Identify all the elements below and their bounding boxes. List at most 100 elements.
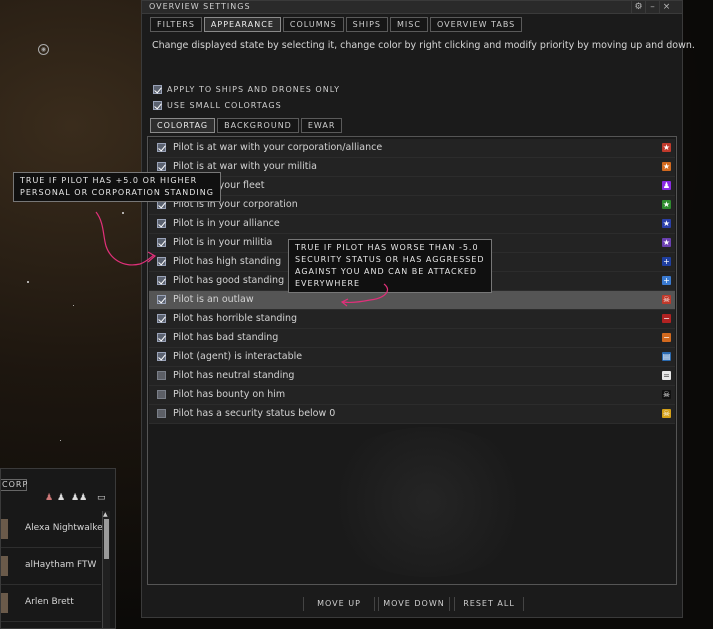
row-label: Pilot is at war with your corporation/al… [173,142,383,153]
tooltip-line: AGAINST YOU AND CAN BE ATTACKED [295,267,478,276]
tooltip-outlaw: TRUE IF PILOT HAS WORSE THAN -5.0 SECURI… [288,239,492,293]
window-title: OVERVIEW SETTINGS [149,2,251,11]
tab-misc[interactable]: MISC [390,17,428,32]
star-icon[interactable]: ★ [662,200,671,209]
scroll-up-icon[interactable]: ▲ [103,511,108,518]
tab-ewar[interactable]: EWAR [300,118,343,133]
star-icon[interactable]: ★ [662,162,671,171]
member-name: Alexa Nightwalke [25,523,103,533]
colortag-row[interactable]: Pilot (agent) is interactable ▤ [149,348,675,367]
chat-bubble-icon[interactable]: ▭ [97,493,106,503]
minus-icon[interactable]: − [662,314,671,323]
row-checkbox[interactable] [157,409,166,418]
option-apply-ships-drones[interactable]: APPLY TO SHIPS AND DRONES ONLY [153,85,340,96]
minus-icon[interactable]: − [662,333,671,342]
star-icon[interactable]: ★ [662,143,671,152]
person-icon[interactable]: ♟ [662,181,671,190]
star [73,305,74,306]
colortag-list: Pilot is at war with your corporation/al… [147,136,677,585]
colortag-row[interactable]: Pilot is in your corporation ★ [149,196,675,215]
target-icon[interactable]: ◉ [38,44,49,55]
move-up-button[interactable]: MOVE UP [303,597,375,611]
row-label: Pilot has good standing [173,275,285,286]
skull-icon[interactable]: ☠ [662,295,671,304]
tab-colortag[interactable]: COLORTAG [150,118,216,133]
row-label: Pilot has a security status below 0 [173,408,336,419]
tooltip-line: PERSONAL OR CORPORATION STANDING [20,188,214,197]
tab-overview-tabs[interactable]: OVERVIEW TABS [429,17,523,32]
close-icon[interactable]: × [659,1,673,13]
chat-scrollbar[interactable]: ▲ [102,511,110,628]
person-icon[interactable]: ♟ [57,493,65,503]
row-checkbox[interactable] [157,390,166,399]
row-checkbox[interactable] [157,257,166,266]
row-checkbox[interactable] [157,352,166,361]
star-icon[interactable]: ★ [662,238,671,247]
checkbox[interactable] [153,85,162,94]
star [60,440,61,441]
option-small-colortags[interactable]: USE SMALL COLORTAGS [153,101,282,112]
skull-icon[interactable]: ☠ [662,409,671,418]
colortag-row[interactable]: Pilot has neutral standing = [149,367,675,386]
bottom-bar: MOVE UP MOVE DOWN RESET ALL [142,591,682,617]
main-tabs: FILTERS APPEARANCE COLUMNS SHIPS MISC OV… [150,17,523,32]
option-label: APPLY TO SHIPS AND DRONES ONLY [167,85,340,94]
title-bar[interactable]: OVERVIEW SETTINGS ⚙ – × [142,1,682,14]
reset-all-button[interactable]: RESET ALL [454,597,524,611]
member-row[interactable]: Alexa Nightwalke [1,511,103,548]
row-label: Pilot has high standing [173,256,282,267]
row-label: Pilot has bad standing [173,332,279,343]
row-checkbox[interactable] [157,238,166,247]
tab-appearance[interactable]: APPEARANCE [203,17,281,32]
tooltip-line: TRUE IF PILOT HAS WORSE THAN -5.0 [295,243,479,252]
scroll-thumb[interactable] [104,519,109,559]
checkbox[interactable] [153,101,162,110]
row-checkbox[interactable] [157,162,166,171]
row-checkbox[interactable] [157,314,166,323]
row-checkbox[interactable] [157,333,166,342]
row-checkbox[interactable] [157,219,166,228]
colortag-row[interactable]: Pilot is at war with your corporation/al… [149,139,675,158]
row-label: Pilot is in your alliance [173,218,280,229]
tab-filters[interactable]: FILTERS [150,17,202,32]
member-row[interactable]: alHaytham FTW [1,548,101,585]
skull-icon[interactable]: ☠ [662,390,671,399]
tab-ships[interactable]: SHIPS [345,17,389,32]
equals-icon[interactable]: = [662,371,671,380]
settings-icon[interactable]: ⚙ [631,1,645,13]
colortag-row[interactable]: Pilot is an outlaw ☠ [149,291,675,310]
description-text: Change displayed state by selecting it, … [152,40,695,51]
move-down-button[interactable]: MOVE DOWN [378,597,450,611]
person-red-icon[interactable]: ♟ [45,493,53,503]
colortag-row[interactable]: Pilot has bad standing − [149,329,675,348]
row-label: Pilot has neutral standing [173,370,295,381]
row-checkbox[interactable] [157,143,166,152]
group-icon[interactable]: ♟♟ [71,493,87,503]
colortag-row[interactable]: Pilot is at war with your militia ★ [149,158,675,177]
chat-tab[interactable]: CORP [1,479,27,491]
member-row[interactable]: Arlen Brett [1,585,101,622]
member-name: Arlen Brett [25,597,74,607]
row-label: Pilot is in your militia [173,237,273,248]
row-label: Pilot has bounty on him [173,389,286,400]
colortag-row[interactable]: Pilot is in your fleet♟ [149,177,675,196]
row-checkbox[interactable] [157,295,166,304]
member-name: alHaytham FTW [25,560,97,570]
tooltip-line: TRUE IF PILOT HAS +5.0 OR HIGHER [20,176,198,185]
colortag-row[interactable]: Pilot has bounty on him ☠ [149,386,675,405]
colortag-row[interactable]: Pilot has horrible standing − [149,310,675,329]
tab-background[interactable]: BACKGROUND [217,118,299,133]
colortag-row[interactable]: Pilot is in your alliance ★ [149,215,675,234]
chat-bubble-icon[interactable]: ▤ [662,352,671,361]
colortag-row[interactable]: Pilot has a security status below 0 ☠ [149,405,675,424]
row-checkbox[interactable] [157,276,166,285]
option-label: USE SMALL COLORTAGS [167,101,282,110]
plus-icon[interactable]: + [662,276,671,285]
tab-columns[interactable]: COLUMNS [282,17,344,32]
row-checkbox[interactable] [157,371,166,380]
row-label: Pilot has horrible standing [173,313,298,324]
star-icon[interactable]: ★ [662,219,671,228]
plus-icon[interactable]: + [662,257,671,266]
star [122,212,124,214]
minimize-icon[interactable]: – [645,1,659,13]
